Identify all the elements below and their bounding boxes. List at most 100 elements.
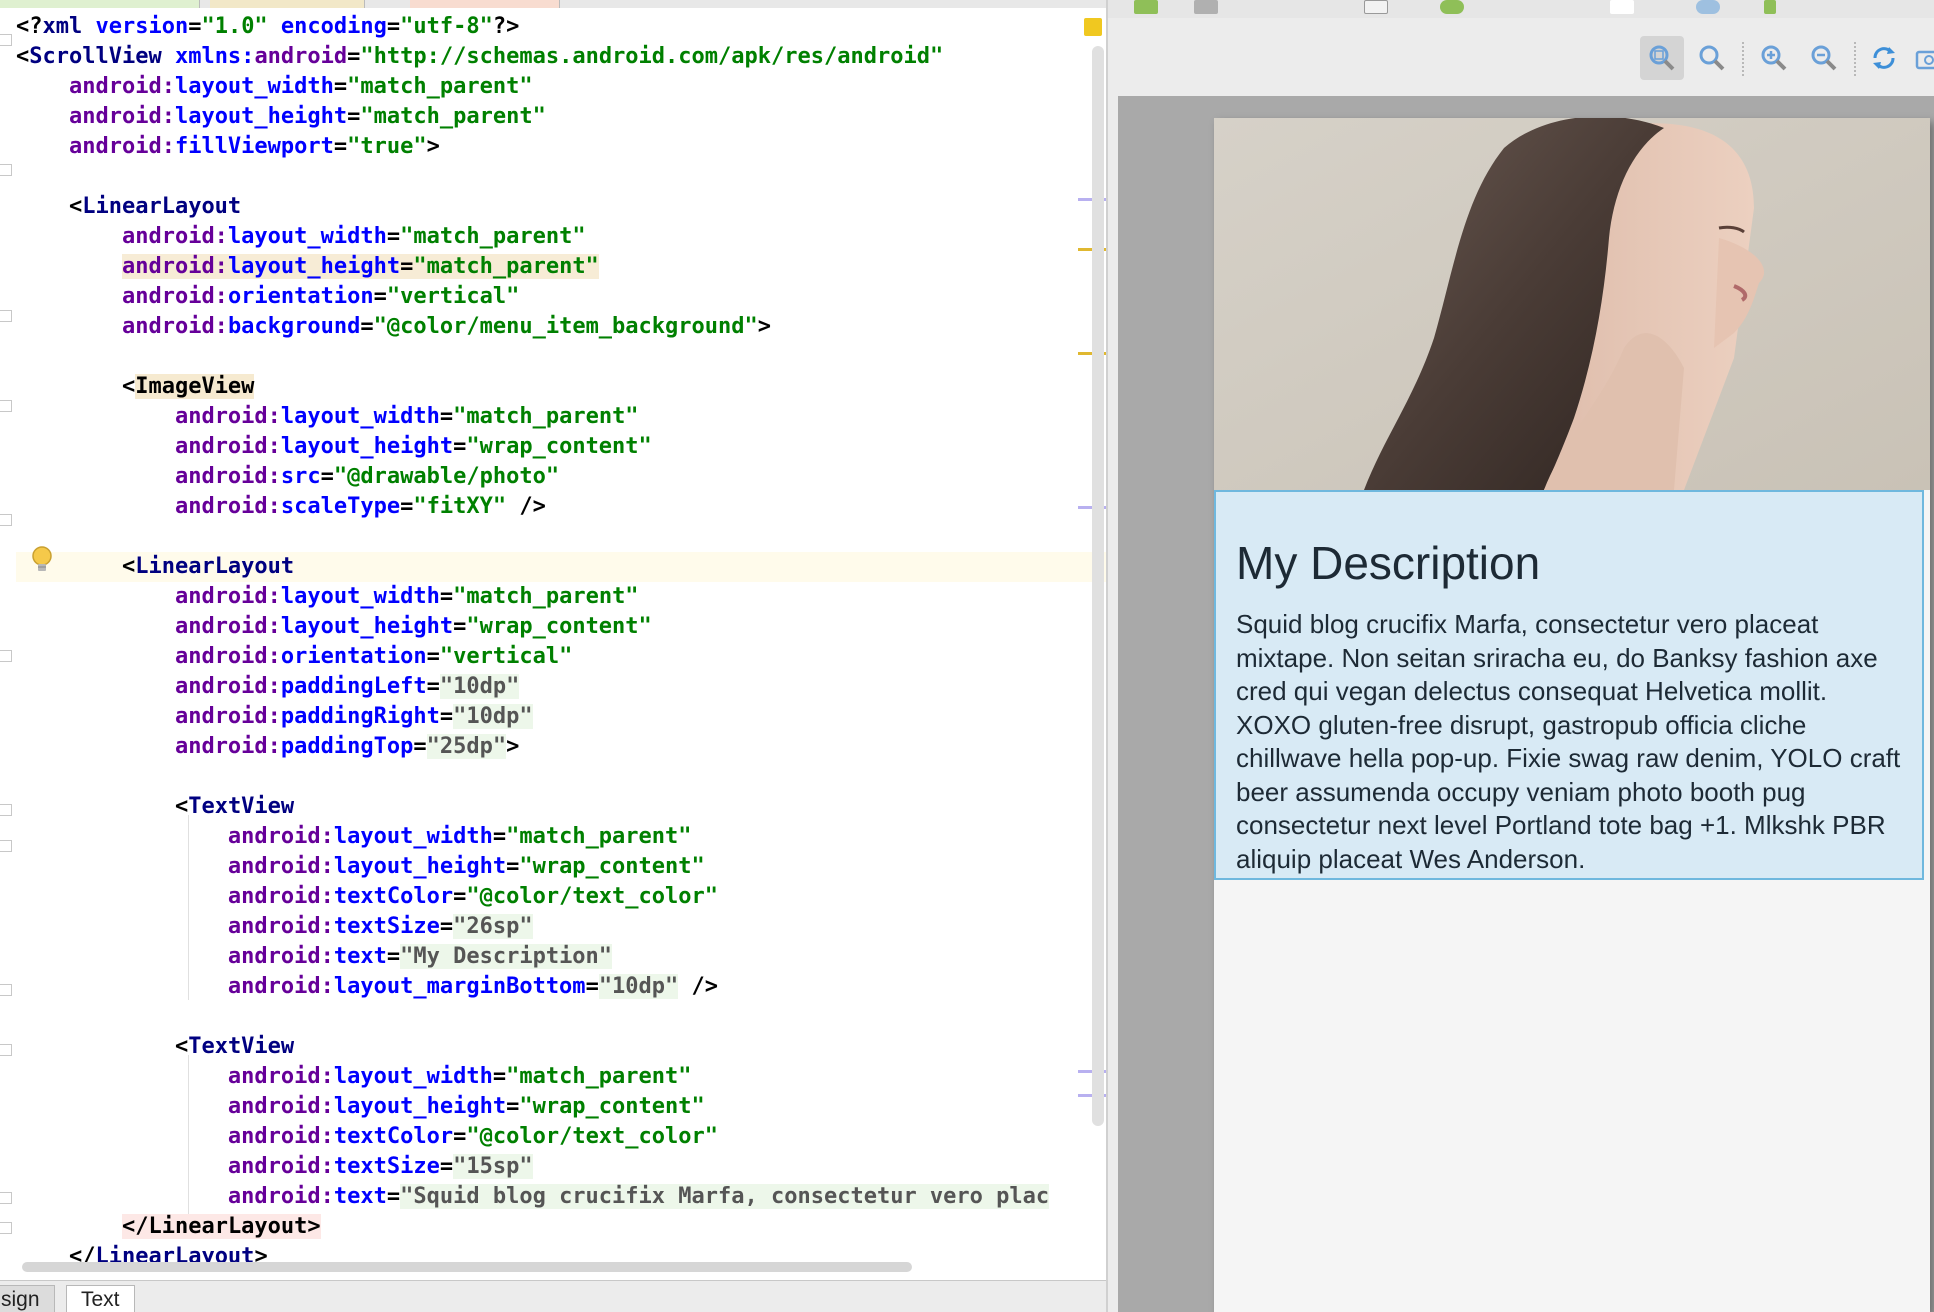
code-area[interactable]: <?xml version="1.0" encoding="utf-8"?> <S… <box>16 12 1106 1272</box>
fold-marker[interactable] <box>0 164 12 176</box>
tab-design[interactable]: sign <box>0 1285 55 1312</box>
actual-size-icon[interactable] <box>1690 36 1734 80</box>
code-line[interactable]: android:layout_width="match_parent" <box>16 222 1106 252</box>
device-icon[interactable] <box>1134 0 1158 14</box>
refresh-icon[interactable] <box>1862 36 1906 80</box>
fold-marker[interactable] <box>0 400 12 412</box>
code-line[interactable]: android:layout_height="match_parent" <box>16 102 1106 132</box>
orientation-icon[interactable] <box>1194 0 1218 14</box>
code-line[interactable]: android:layout_width="match_parent" <box>16 72 1106 102</box>
vertical-scrollbar[interactable] <box>1092 46 1104 1126</box>
description-container[interactable]: My Description Squid blog crucifix Marfa… <box>1214 490 1924 880</box>
code-token: = <box>585 974 599 999</box>
code-token: android: <box>227 884 334 909</box>
code-line[interactable]: <ScrollView xmlns:android="http://schema… <box>16 42 1106 72</box>
code-line[interactable]: </LinearLayout> <box>16 1212 1106 1242</box>
fold-marker[interactable] <box>0 984 12 996</box>
code-line[interactable]: <LinearLayout <box>16 192 1106 222</box>
xml-editor[interactable]: <?xml version="1.0" encoding="utf-8"?> <S… <box>0 0 1106 1312</box>
code-line[interactable]: android:textColor="@color/text_color" <box>16 1122 1106 1152</box>
code-line[interactable]: android:text="Squid blog crucifix Marfa,… <box>16 1182 1106 1212</box>
code-line[interactable]: android:layout_width="match_parent" <box>16 402 1106 432</box>
code-line[interactable] <box>16 342 1106 372</box>
code-line[interactable] <box>16 522 1106 552</box>
editor-tab[interactable] <box>410 0 560 8</box>
code-line[interactable]: android:fillViewport="true"> <box>16 132 1106 162</box>
code-line[interactable]: android:paddingRight="10dp" <box>16 702 1106 732</box>
fold-marker[interactable] <box>0 1192 12 1204</box>
fold-marker[interactable] <box>0 804 12 816</box>
code-line[interactable]: <TextView <box>16 1032 1106 1062</box>
fold-marker[interactable] <box>0 650 12 662</box>
theme-icon[interactable] <box>1364 0 1388 14</box>
code-line[interactable] <box>16 162 1106 192</box>
code-token: orientation <box>280 644 427 669</box>
editor-tab[interactable] <box>210 0 365 8</box>
zoom-to-fit-icon[interactable] <box>1640 36 1684 80</box>
code-token: = <box>439 1154 454 1179</box>
code-line[interactable]: android:orientation="vertical" <box>16 282 1106 312</box>
code-line[interactable]: android:paddingLeft="10dp" <box>16 672 1106 702</box>
fold-marker[interactable] <box>0 1222 12 1234</box>
fold-marker[interactable] <box>0 34 12 46</box>
code-line[interactable]: android:layout_marginBottom="10dp" /> <box>16 972 1106 1002</box>
code-token: = <box>453 884 467 909</box>
zoom-in-icon[interactable] <box>1752 36 1796 80</box>
code-line[interactable]: android:layout_height="wrap_content" <box>16 432 1106 462</box>
code-line[interactable]: android:layout_height="match_parent" <box>16 252 1106 282</box>
code-content: <TextView <box>175 1034 294 1059</box>
code-line[interactable]: android:layout_width="match_parent" <box>16 822 1106 852</box>
code-line[interactable]: android:layout_width="match_parent" <box>16 1062 1106 1092</box>
code-line[interactable]: android:textColor="@color/text_color" <box>16 882 1106 912</box>
code-line[interactable] <box>16 1002 1106 1032</box>
code-line[interactable]: <?xml version="1.0" encoding="utf-8"?> <box>16 12 1106 42</box>
layout-preview-pane: My Description Squid blog crucifix Marfa… <box>1106 0 1934 1312</box>
code-line[interactable]: android:textSize="15sp" <box>16 1152 1106 1182</box>
code-line[interactable]: android:layout_width="match_parent" <box>16 582 1106 612</box>
code-line[interactable]: <ImageView <box>16 372 1106 402</box>
horizontal-scrollbar[interactable] <box>22 1262 912 1272</box>
code-line[interactable]: <TextView <box>16 792 1106 822</box>
code-line[interactable]: android:layout_height="wrap_content" <box>16 1092 1106 1122</box>
code-line[interactable]: android:orientation="vertical" <box>16 642 1106 672</box>
code-line[interactable] <box>16 762 1106 792</box>
editor-tab[interactable] <box>0 0 200 8</box>
code-line[interactable]: android:background="@color/menu_item_bac… <box>16 312 1106 342</box>
code-line[interactable]: <LinearLayout <box>16 552 1106 582</box>
fold-marker[interactable] <box>0 514 12 526</box>
toolbar-separator <box>1854 42 1856 76</box>
code-token: xmlns: <box>174 44 255 69</box>
zoom-out-icon[interactable] <box>1802 36 1846 80</box>
lightbulb-icon[interactable] <box>30 544 54 576</box>
code-token: "vertical" <box>386 284 520 309</box>
code-token: "utf-8" <box>400 14 493 39</box>
code-content: android:background="@color/menu_item_bac… <box>122 314 771 339</box>
screenshot-icon[interactable] <box>1906 36 1934 80</box>
code-token: <? <box>16 14 43 39</box>
code-line[interactable]: android:text="My Description" <box>16 942 1106 972</box>
inspection-status-icon[interactable] <box>1084 18 1102 36</box>
fold-marker[interactable] <box>0 310 12 322</box>
code-line[interactable]: android:scaleType="fitXY" /> <box>16 492 1106 522</box>
globe-icon[interactable] <box>1696 0 1720 14</box>
code-token: "@color/menu_item_background" <box>373 314 758 339</box>
portrait-photo[interactable] <box>1214 118 1930 490</box>
fold-marker[interactable] <box>0 840 12 852</box>
code-token: "25dp" <box>426 734 507 759</box>
activity-icon[interactable] <box>1440 0 1464 14</box>
code-line[interactable]: android:layout_height="wrap_content" <box>16 852 1106 882</box>
api-level-icon[interactable] <box>1764 0 1776 14</box>
code-line[interactable]: android:src="@drawable/photo" <box>16 462 1106 492</box>
code-line[interactable]: android:textSize="26sp" <box>16 912 1106 942</box>
tab-text[interactable]: Text <box>66 1285 135 1312</box>
locale-icon[interactable] <box>1610 0 1634 14</box>
code-line[interactable]: android:paddingTop="25dp"> <box>16 732 1106 762</box>
code-line[interactable]: android:layout_height="wrap_content" <box>16 612 1106 642</box>
fold-marker[interactable] <box>0 1044 12 1056</box>
